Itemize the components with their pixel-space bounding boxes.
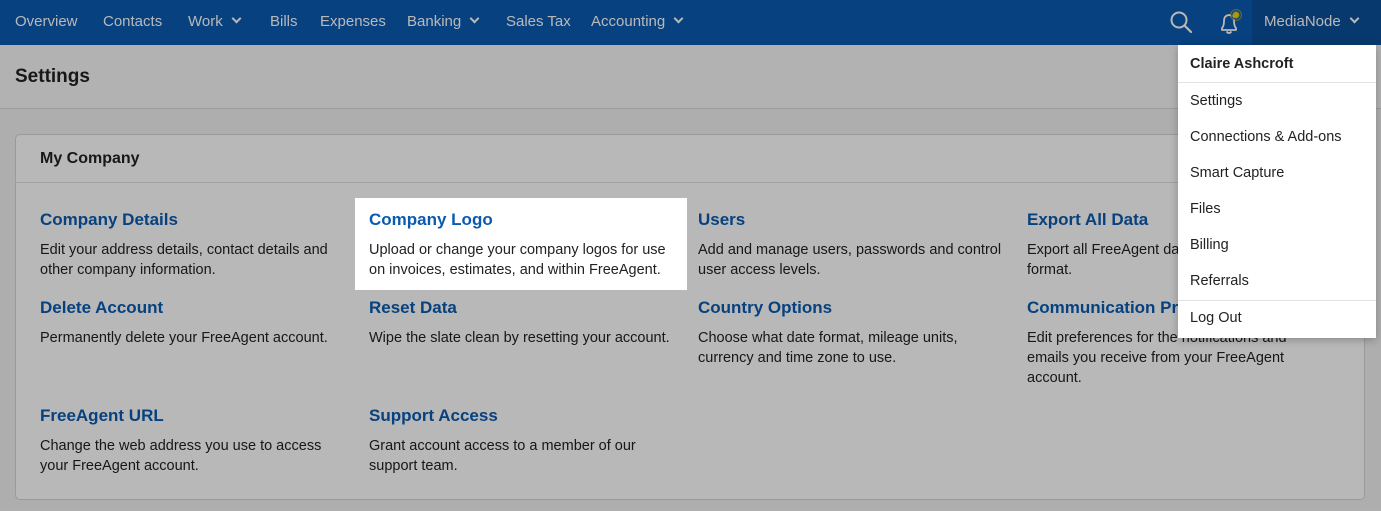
dropdown-item-referrals[interactable]: Referrals (1190, 273, 1249, 289)
dropdown-item-billing[interactable]: Billing (1190, 237, 1229, 253)
dropdown-divider (1178, 82, 1376, 83)
dropdown-item-connections[interactable]: Connections & Add-ons (1190, 129, 1342, 145)
company-logo-link[interactable]: Company Logo (369, 210, 493, 230)
dropdown-item-settings[interactable]: Settings (1190, 93, 1242, 109)
company-logo-card[interactable]: Company Logo Upload or change your compa… (355, 198, 687, 290)
dropdown-item-smart-capture[interactable]: Smart Capture (1190, 165, 1284, 181)
dropdown-item-log-out[interactable]: Log Out (1190, 310, 1242, 326)
dim-overlay (0, 0, 1381, 511)
dropdown-divider (1178, 300, 1376, 301)
account-dropdown: Claire Ashcroft Settings Connections & A… (1178, 45, 1376, 338)
dropdown-user-name: Claire Ashcroft (1190, 56, 1294, 72)
company-logo-description: Upload or change your company logos for … (369, 242, 666, 278)
dropdown-item-files[interactable]: Files (1190, 201, 1221, 217)
